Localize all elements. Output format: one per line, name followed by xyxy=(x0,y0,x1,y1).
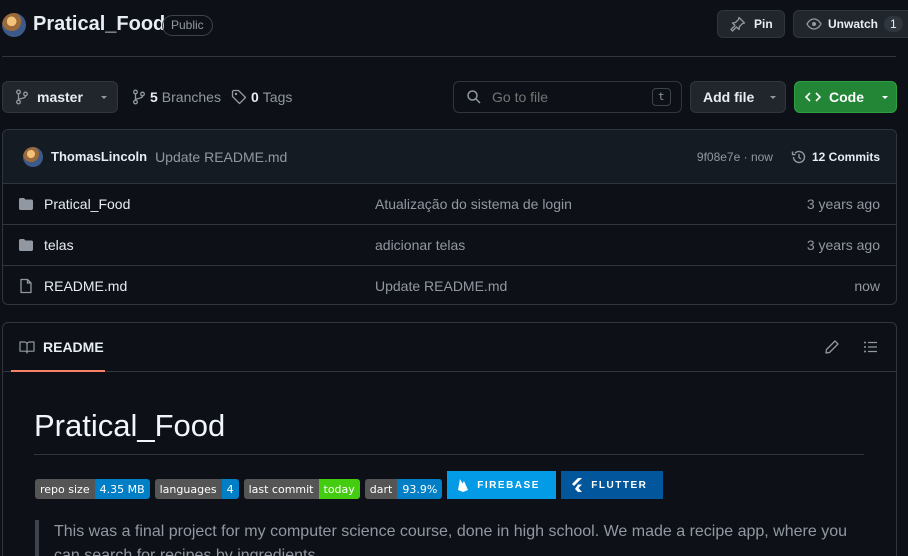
branches-label: Branches xyxy=(161,89,221,105)
readme-title: Pratical_Food xyxy=(34,408,226,443)
file-icon xyxy=(18,278,34,294)
add-file-button[interactable]: Add file xyxy=(690,81,786,113)
badge-firebase[interactable]: FIREBASE xyxy=(447,471,557,499)
file-time: 3 years ago xyxy=(806,237,880,253)
badge-languages[interactable]: languages 4 xyxy=(154,479,239,499)
go-to-file-search[interactable]: t xyxy=(453,81,682,113)
code-button[interactable]: Code xyxy=(794,81,897,113)
history-icon xyxy=(791,149,807,165)
file-name[interactable]: telas xyxy=(44,237,375,253)
file-row[interactable]: README.md Update README.md now xyxy=(2,265,896,306)
commit-message[interactable]: Update README.md xyxy=(155,149,287,165)
flutter-label: FLUTTER xyxy=(591,479,648,491)
branch-name: master xyxy=(37,89,83,105)
watch-count: 1 xyxy=(884,16,903,32)
badge-row: repo size 4.35 MB languages 4 last commi… xyxy=(35,471,664,499)
unwatch-label: Unwatch xyxy=(828,17,879,31)
tag-icon xyxy=(231,89,247,105)
pencil-icon[interactable] xyxy=(824,339,840,355)
branch-select[interactable]: master xyxy=(2,81,118,113)
firebase-label: FIREBASE xyxy=(477,479,540,491)
folder-icon xyxy=(18,237,34,253)
folder-icon xyxy=(18,196,34,212)
badge-value: 4.35 MB xyxy=(94,479,150,499)
repo-owner-avatar[interactable] xyxy=(2,13,26,37)
file-commit-message[interactable]: adicionar telas xyxy=(375,237,465,253)
search-icon xyxy=(466,89,482,105)
code-label: Code xyxy=(829,89,864,105)
badge-dart[interactable]: dart 93.9% xyxy=(364,479,443,499)
tags-count: 0 xyxy=(251,89,259,105)
branch-icon xyxy=(15,89,29,105)
code-icon xyxy=(805,89,821,105)
readme-tab[interactable]: README xyxy=(11,323,105,372)
eye-icon xyxy=(806,16,822,32)
readme-tab-label: README xyxy=(43,338,104,355)
author-avatar[interactable] xyxy=(23,146,43,167)
file-name[interactable]: README.md xyxy=(44,278,375,294)
pin-icon xyxy=(730,16,746,32)
visibility-badge: Public xyxy=(162,15,213,36)
header-divider xyxy=(2,56,896,57)
badge-label: repo size xyxy=(35,479,95,499)
file-commit-message[interactable]: Atualização do sistema de login xyxy=(375,196,572,212)
tags-link[interactable]: 0 Tags xyxy=(231,89,292,105)
branches-count: 5 xyxy=(150,89,158,105)
commit-author[interactable]: ThomasLincoln xyxy=(51,149,147,164)
latest-commit-bar: ThomasLincoln Update README.md 9f08e7e ·… xyxy=(3,130,896,183)
quote-text: This was a final project for my computer… xyxy=(54,523,847,556)
chevron-down-icon xyxy=(99,92,109,102)
badge-label: dart xyxy=(364,479,398,499)
branches-link[interactable]: 5 Branches xyxy=(132,89,221,105)
badge-value: today xyxy=(318,479,360,499)
badge-flutter[interactable]: FLUTTER xyxy=(561,471,664,499)
file-row[interactable]: Pratical_Food Atualização do sistema de … xyxy=(2,183,896,224)
unwatch-button[interactable]: Unwatch 1 xyxy=(793,10,908,38)
file-time: 3 years ago xyxy=(806,196,880,212)
file-row[interactable]: telas adicionar telas 3 years ago xyxy=(2,224,896,265)
firebase-icon xyxy=(457,478,469,492)
badge-label: languages xyxy=(154,479,222,499)
branch-icon xyxy=(132,89,146,105)
badge-label: last commit xyxy=(243,479,319,499)
file-time: now xyxy=(854,278,880,294)
pin-label: Pin xyxy=(754,17,773,31)
book-icon xyxy=(19,339,35,355)
file-commit-message[interactable]: Update README.md xyxy=(375,278,507,294)
add-file-label: Add file xyxy=(703,89,755,105)
badge-value: 93.9% xyxy=(397,479,443,499)
flutter-icon xyxy=(571,478,583,492)
search-input[interactable] xyxy=(492,89,642,105)
chevron-down-icon xyxy=(768,92,778,102)
chevron-down-icon xyxy=(880,92,890,102)
readme-header: README xyxy=(3,323,896,372)
readme-quote: This was a final project for my computer… xyxy=(35,520,855,556)
commits-link[interactable]: 12 Commits xyxy=(812,150,880,164)
search-shortcut-key: t xyxy=(652,88,671,106)
pin-button[interactable]: Pin xyxy=(717,10,785,38)
badge-value: 4 xyxy=(221,479,239,499)
tags-label: Tags xyxy=(262,89,293,105)
badge-repo-size[interactable]: repo size 4.35 MB xyxy=(35,479,150,499)
title-divider xyxy=(34,454,864,455)
file-name[interactable]: Pratical_Food xyxy=(44,196,375,212)
commit-hash-time[interactable]: 9f08e7e · now xyxy=(697,150,773,164)
badge-last-commit[interactable]: last commit today xyxy=(243,479,360,499)
repo-name[interactable]: Pratical_Food xyxy=(33,13,165,36)
outline-list-icon[interactable] xyxy=(863,339,879,355)
